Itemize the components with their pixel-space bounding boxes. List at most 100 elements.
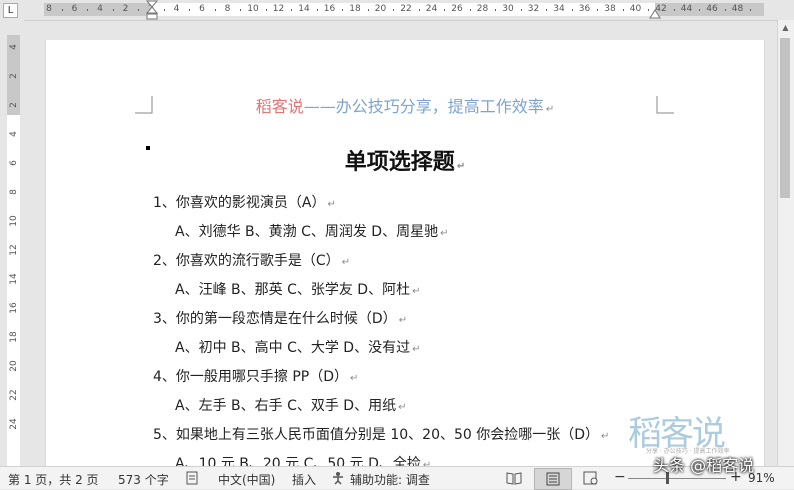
ruler-tick	[240, 9, 242, 11]
title-text: 单项选择题	[344, 150, 455, 175]
page-count[interactable]: 第 1 页，共 2 页	[8, 471, 99, 488]
proofing-icon[interactable]	[186, 471, 200, 485]
question-line: 4、你一般用哪只手擦 PP（D） ↵	[153, 366, 358, 386]
ruler-tick-label: 20	[374, 4, 387, 14]
scrollbar-thumb[interactable]	[780, 38, 790, 198]
line-text: 5、如果地上有三张人民币面值分别是 10、20、50 你会捡哪一张（D）	[153, 427, 600, 443]
question-line: 3、你的第一段恋情是在什么时候（D） ↵	[153, 308, 407, 328]
word-count[interactable]: 573 个字	[118, 471, 169, 488]
ruler-tick-label: 34	[553, 4, 565, 14]
ruler-tick	[444, 9, 446, 11]
ruler-tick	[673, 9, 675, 11]
ruler-tick	[316, 9, 318, 11]
header-tagline: ——办公技巧分享，提高工作效率	[303, 97, 544, 116]
ruler-tick-label: 36	[578, 4, 591, 14]
ruler-tick-label: 6	[9, 160, 19, 166]
ruler-tick	[520, 9, 522, 11]
ruler-tick-label: 16	[9, 302, 19, 314]
ruler-tick	[87, 9, 89, 11]
paragraph-mark: ↵	[327, 199, 336, 210]
ruler-tick-label: 38	[604, 4, 616, 14]
read-mode-icon[interactable]	[506, 471, 522, 485]
horizontal-ruler-ticks: 8642246810121416182022242628303234363840…	[0, 0, 794, 20]
zoom-slider[interactable]	[628, 478, 726, 479]
print-layout-icon	[546, 472, 560, 486]
question-line: 2、你喜欢的流行歌手是（C） ↵	[153, 250, 350, 270]
line-text: 1、你喜欢的影视演员（A）	[153, 195, 326, 211]
ruler-tick	[546, 9, 548, 11]
paragraph-mark: ↵	[545, 104, 555, 115]
ruler-tick-label: 40	[629, 4, 642, 14]
ruler-tick	[112, 9, 114, 11]
ruler-tick-label: 12	[272, 4, 285, 14]
ruler-tick	[265, 9, 267, 11]
ruler-tick-label: 6	[71, 4, 78, 14]
ruler-tick-label: 24	[425, 4, 438, 14]
print-layout-button[interactable]	[534, 468, 572, 490]
ruler-tick-label: 28	[476, 4, 489, 14]
ruler-tick-label: 30	[502, 4, 514, 14]
document-title: 单项选择题 ↵	[46, 144, 764, 176]
ruler-tick-label: 24	[9, 418, 19, 430]
paragraph-mark: ↵	[412, 286, 421, 297]
ruler-tick	[724, 9, 726, 11]
web-layout-icon[interactable]	[583, 471, 599, 485]
answer-options-line: A、初中 B、高中 C、大学 D、没有过 ↵	[175, 337, 420, 357]
ruler-tick-label: 18	[349, 4, 361, 14]
ruler-tick	[699, 9, 701, 11]
ruler-tick-label: 14	[9, 273, 19, 285]
right-indent-marker-icon[interactable]	[648, 6, 662, 20]
watermark-source: 头条 @稻客说	[653, 456, 755, 475]
scroll-up-icon[interactable]: ▲	[777, 20, 794, 36]
ruler-tick-label: 4	[9, 44, 19, 50]
line-text: 3、你的第一段恋情是在什么时候（D）	[153, 311, 397, 327]
ruler-tick-label: 10	[9, 215, 19, 227]
ruler-tick-label: 48	[731, 4, 744, 14]
zoom-out-button[interactable]: −	[614, 469, 626, 485]
line-text: A、汪峰 B、那英 C、张学友 D、阿杜	[175, 282, 411, 298]
indent-marker-icon[interactable]	[145, 0, 159, 22]
ruler-tick	[495, 9, 497, 11]
ruler-tick	[163, 9, 165, 11]
page-header: 稻客说——办公技巧分享，提高工作效率 ↵	[46, 93, 764, 117]
paragraph-mark: ↵	[350, 373, 359, 384]
ruler-tick	[61, 9, 63, 11]
ruler-tick	[469, 9, 471, 11]
paragraph-mark: ↵	[341, 257, 351, 268]
ruler-tick-label: 12	[9, 244, 19, 256]
line-text: 2、你喜欢的流行歌手是（C）	[153, 253, 340, 269]
ruler-tick-label: 22	[400, 4, 412, 14]
ruler-tick-label: 32	[527, 4, 540, 14]
ruler-tick-label: 44	[680, 4, 693, 14]
paragraph-mark: ↵	[601, 431, 610, 442]
ruler-tick-label: 20	[9, 360, 19, 372]
ruler-tick-label: 6	[199, 4, 205, 14]
accessibility-status[interactable]: 辅助功能: 调查	[350, 471, 430, 488]
answer-options-line: A、刘德华 B、黄渤 C、周润发 D、周星驰 ↵	[175, 221, 448, 241]
ruler-tick-label: 22	[9, 389, 19, 401]
ruler-tick	[597, 9, 599, 11]
paragraph-mark: ↵	[440, 228, 449, 239]
ruler-tick-label: 14	[298, 4, 310, 14]
accessibility-icon[interactable]	[331, 471, 345, 485]
ruler-tick	[367, 9, 369, 11]
header-brand: 稻客说	[255, 97, 304, 116]
ruler-tick-label: 4	[173, 4, 180, 14]
ruler-tick-label: 8	[224, 4, 231, 14]
ruler-tick-label: 10	[247, 4, 259, 14]
insert-mode[interactable]: 插入	[292, 471, 316, 488]
vertical-ruler-ticks: 4 2 2 4 6 8 10 12 14 16 18 20 22 24	[0, 0, 24, 466]
ruler-tick-label: 18	[9, 331, 19, 343]
ruler-tick-label: 26	[451, 4, 463, 14]
ruler-tick-label: 8	[9, 189, 19, 195]
ruler-tick-label: 16	[323, 4, 336, 14]
ruler-tick-label: 46	[706, 4, 718, 14]
ruler-tick-label: 2	[9, 73, 19, 79]
paragraph-mark: ↵	[412, 344, 421, 355]
language[interactable]: 中文(中国)	[218, 471, 275, 488]
answer-options-line: A、左手 B、右手 C、双手 D、用纸 ↵	[175, 395, 406, 415]
ruler-tick	[291, 9, 293, 11]
ruler-tick-label: 4	[9, 131, 19, 137]
ruler-tick	[189, 9, 191, 11]
answer-options-line: A、汪峰 B、那英 C、张学友 D、阿杜 ↵	[175, 279, 420, 299]
